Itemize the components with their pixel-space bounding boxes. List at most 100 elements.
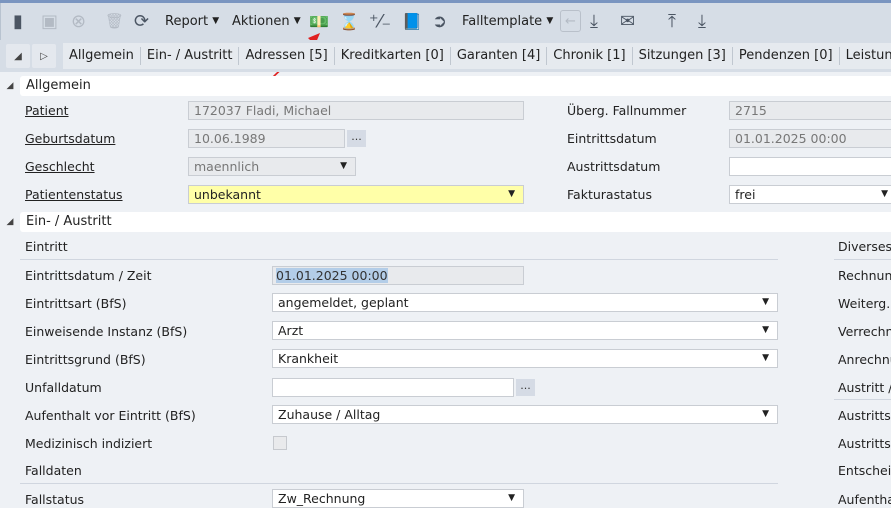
- collapse-all-icon[interactable]: ◢: [6, 44, 30, 68]
- aufenthalt-value: Zuhause / Alltag: [278, 407, 381, 422]
- eintrittsgrund-select[interactable]: Krankheit ▼: [272, 349, 778, 368]
- falltemplate-label: Falltemplate: [462, 13, 543, 29]
- plus-minus-icon[interactable]: ⁺⁄₋: [369, 10, 391, 32]
- delete-icon[interactable]: 🗑: [105, 10, 124, 32]
- patientenstatus-label[interactable]: Patientenstatus: [25, 187, 123, 202]
- chevron-down-icon: ▼: [762, 353, 769, 363]
- chevron-down-icon: ▼: [546, 16, 554, 26]
- aktionen-label: Aktionen: [232, 13, 290, 29]
- back-icon[interactable]: ←: [560, 10, 581, 32]
- einweisende-instanz-label: Einweisende Instanz (BfS): [25, 324, 188, 339]
- chevron-down-icon: ▼: [508, 189, 515, 199]
- austrittsdatum-label: Austrittsdatum: [567, 159, 661, 174]
- chevron-down-icon: ▼: [762, 409, 769, 419]
- expand-icon[interactable]: ▷: [32, 44, 56, 68]
- austritt-heading: Austritt /: [838, 380, 891, 395]
- section-title: Allgemein: [20, 76, 891, 96]
- fakturastatus-value: frei: [735, 187, 756, 202]
- tab-allgemein[interactable]: Allgemein: [63, 47, 141, 65]
- falldaten-heading: Falldaten: [25, 463, 82, 478]
- patientenstatus-select[interactable]: unbekannt ▼: [188, 185, 524, 204]
- right-label: Rechnun: [838, 268, 891, 283]
- tabs: Allgemein Ein- / Austritt Adressen [5] K…: [63, 43, 891, 69]
- geschlecht-select[interactable]: maennlich ▼: [188, 157, 356, 176]
- patientenstatus-value: unbekannt: [194, 187, 261, 202]
- report-menu[interactable]: Report ▼: [165, 10, 219, 32]
- chevron-down-icon: ▼: [340, 161, 347, 171]
- hourglass-coins-icon[interactable]: ⌛: [339, 10, 359, 32]
- unfalldatum-label: Unfalldatum: [25, 380, 102, 395]
- cancel-icon[interactable]: ⊗: [71, 10, 86, 32]
- upload-icon[interactable]: ⤒: [668, 10, 676, 32]
- toolbar: ▮ ▣ ⊗ 🗑 ⟳ Report ▼ Aktionen ▼ 💵 ⌛ ⁺⁄₋ 📘 …: [0, 3, 891, 40]
- right-label: Anrechnu: [838, 352, 891, 367]
- tab-adressen[interactable]: Adressen [5]: [239, 47, 335, 65]
- tab-kreditkarten[interactable]: Kreditkarten [0]: [335, 47, 451, 65]
- einweisende-instanz-select[interactable]: Arzt ▼: [272, 321, 778, 340]
- patient-field[interactable]: 172037 Fladi, Michael: [188, 101, 524, 120]
- eintrittsdatum-zeit-field[interactable]: 01.01.2025 00:00: [272, 266, 524, 285]
- right-label: Austritts: [838, 408, 891, 423]
- divider: [20, 483, 778, 484]
- geburtsdatum-field[interactable]: 10.06.1989: [188, 129, 345, 148]
- divider: [20, 259, 778, 260]
- aktionen-menu[interactable]: Aktionen ▼: [232, 10, 301, 32]
- fakturastatus-label: Fakturastatus: [567, 187, 652, 202]
- chevron-down-icon: ▼: [212, 16, 220, 26]
- geschlecht-label[interactable]: Geschlecht: [25, 159, 95, 174]
- fallstatus-label: Fallstatus: [25, 492, 85, 507]
- tab-leistungsuebersicht[interactable]: Leistungsübersicht: [840, 47, 891, 65]
- save-icon[interactable]: ▣: [41, 10, 58, 32]
- eintritt-heading: Eintritt: [25, 239, 68, 254]
- eintrittsart-value: angemeldet, geplant: [278, 295, 409, 310]
- import-icon[interactable]: ⤓: [590, 10, 598, 32]
- fallnummer-field[interactable]: 2715: [729, 101, 891, 120]
- einweisende-instanz-value: Arzt: [278, 323, 304, 338]
- eintrittsart-select[interactable]: angemeldet, geplant ▼: [272, 293, 778, 312]
- fallstatus-select[interactable]: Zw_Rechnung ▼: [272, 489, 524, 508]
- tab-chronik[interactable]: Chronik [1]: [547, 47, 633, 65]
- report-label: Report: [165, 13, 209, 29]
- invoice-money-icon[interactable]: 💵: [309, 10, 329, 32]
- tab-pendenzen[interactable]: Pendenzen [0]: [733, 47, 840, 65]
- austrittsdatum-field[interactable]: [729, 157, 891, 176]
- patient-label[interactable]: Patient: [25, 103, 69, 118]
- chevron-down-icon: ▼: [762, 325, 769, 335]
- medizinisch-indiziert-checkbox[interactable]: [273, 436, 287, 450]
- eintrittsdatum-field[interactable]: 01.01.2025 00:00: [729, 129, 891, 148]
- tab-garanten[interactable]: Garanten [4]: [451, 47, 548, 65]
- section-title: Ein- / Austritt: [20, 212, 891, 232]
- right-label: Weiterg.: [838, 296, 891, 311]
- date-picker-button[interactable]: ...: [347, 130, 366, 147]
- ledger-book-icon[interactable]: 📘: [402, 10, 422, 32]
- mail-icon[interactable]: ✉: [620, 10, 635, 32]
- fallnummer-label: Überg. Fallnummer: [567, 103, 687, 118]
- divider: [834, 399, 891, 400]
- chevron-down-icon: ▼: [293, 16, 301, 26]
- collapse-icon: ◢: [6, 81, 14, 91]
- new-document-icon[interactable]: ▮: [13, 10, 23, 32]
- refresh-icon[interactable]: ⟳: [134, 10, 149, 32]
- chevron-down-icon: ▼: [881, 189, 888, 199]
- collapse-icon: ◢: [6, 217, 14, 227]
- eintrittsgrund-value: Krankheit: [278, 351, 339, 366]
- tab-sitzungen[interactable]: Sitzungen [3]: [633, 47, 733, 65]
- aufenthalt-select[interactable]: Zuhause / Alltag ▼: [272, 405, 778, 424]
- fakturastatus-select[interactable]: frei ▼: [729, 185, 891, 204]
- unfalldatum-field[interactable]: [272, 378, 514, 397]
- chevron-down-icon: ▼: [762, 297, 769, 307]
- diverses-heading: Diverses: [838, 239, 891, 254]
- tab-ein-austritt[interactable]: Ein- / Austritt: [141, 47, 240, 65]
- exit-icon[interactable]: ➲: [432, 10, 447, 32]
- right-label: Aufentha: [838, 492, 891, 507]
- geburtsdatum-label[interactable]: Geburtsdatum: [25, 131, 115, 146]
- download-icon[interactable]: ⤓: [698, 10, 706, 32]
- geschlecht-value: maennlich: [194, 159, 260, 174]
- eintrittsdatum-zeit-value: 01.01.2025 00:00: [276, 268, 388, 283]
- falltemplate-menu[interactable]: Falltemplate ▼: [462, 10, 553, 32]
- date-picker-button[interactable]: ...: [516, 379, 535, 396]
- section-ein-austritt[interactable]: ◢ Ein- / Austritt: [0, 212, 891, 232]
- tab-bar: ◢ ▷ Allgemein Ein- / Austritt Adressen […: [0, 40, 891, 72]
- chevron-down-icon: ▼: [508, 493, 515, 503]
- section-allgemein[interactable]: ◢ Allgemein: [0, 76, 891, 96]
